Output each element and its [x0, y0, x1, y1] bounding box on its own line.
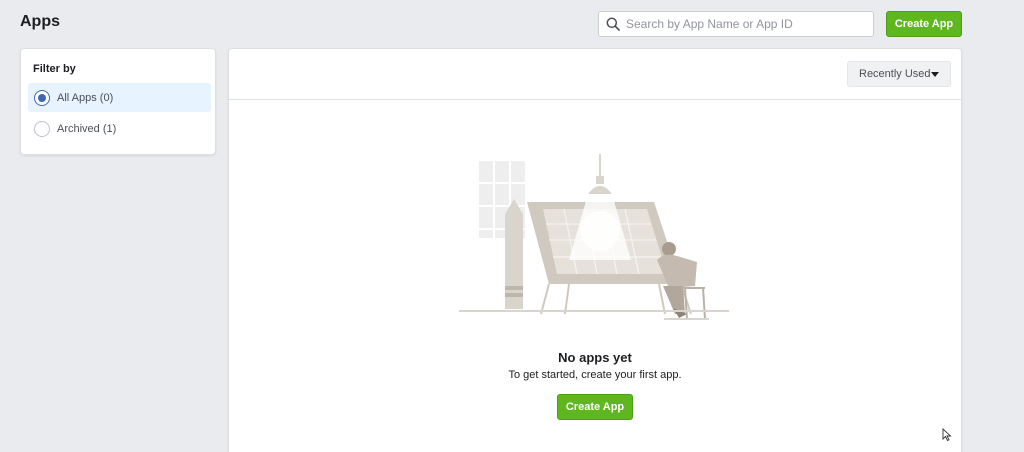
filter-option-archived[interactable]: Archived (1) — [28, 114, 211, 143]
search-icon — [606, 17, 620, 31]
filter-panel: Filter by All Apps (0) Archived (1) — [20, 48, 216, 155]
radio-button[interactable] — [34, 120, 50, 137]
radio-button-selected[interactable] — [34, 89, 50, 106]
page-title: Apps — [20, 13, 60, 30]
search-box[interactable] — [598, 11, 874, 37]
create-app-button[interactable]: Create App — [886, 11, 962, 37]
apps-panel: Recently Used No apps yet To get started… — [228, 48, 962, 452]
search-input[interactable] — [626, 17, 866, 31]
filter-title: Filter by — [33, 63, 76, 75]
divider — [229, 99, 961, 100]
sort-dropdown[interactable]: Recently Used — [847, 61, 951, 87]
filter-option-all-apps[interactable]: All Apps (0) — [28, 83, 211, 112]
mouse-cursor-icon — [942, 428, 952, 441]
filter-option-label: All Apps (0) — [57, 91, 114, 104]
filter-option-label: Archived (1) — [57, 122, 117, 135]
chevron-down-icon — [931, 72, 939, 77]
empty-state-create-app-button[interactable]: Create App — [557, 394, 633, 420]
sort-dropdown-label: Recently Used — [859, 68, 931, 80]
empty-state-subtitle: To get started, create your first app. — [508, 369, 682, 381]
empty-state-illustration — [459, 154, 729, 320]
empty-state-title: No apps yet — [558, 350, 632, 365]
